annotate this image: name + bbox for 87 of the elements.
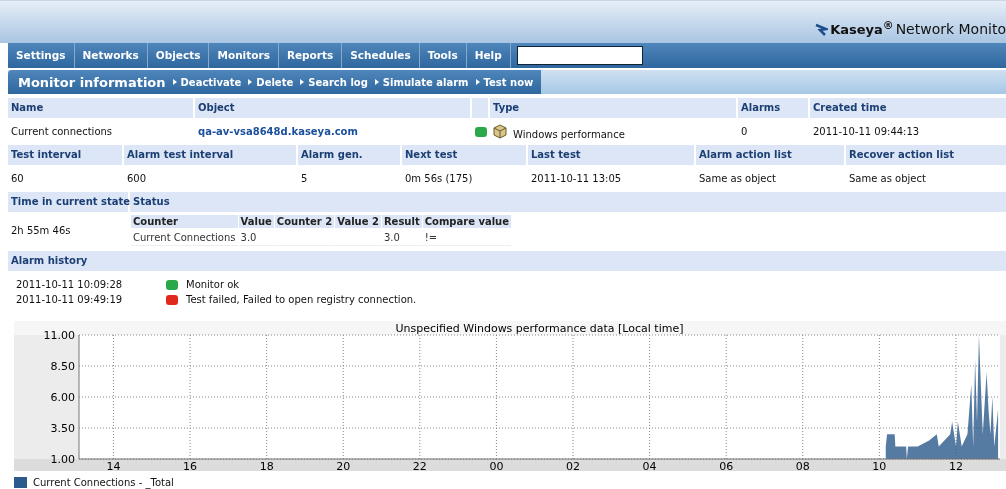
column-header: Alarm gen.	[298, 145, 400, 165]
box-icon	[493, 124, 507, 139]
table-cell-text: Same as object	[698, 172, 777, 186]
action-link[interactable]: Delete	[248, 76, 294, 88]
type-text: Windows performance	[513, 129, 625, 140]
legend-label: Current Connections - _Total	[33, 477, 174, 488]
column-header: Time in current state	[8, 192, 128, 212]
menu-item[interactable]: Reports	[278, 43, 343, 68]
table-cell-text: 2h 55m 46s	[10, 224, 72, 238]
x-tick-label: 10	[872, 460, 887, 471]
column-header: Counter 2	[274, 215, 335, 228]
column-header: Type	[490, 98, 736, 118]
table-cell: 3.0	[238, 229, 274, 246]
table-cell-text: Current connections	[10, 125, 114, 139]
brand-name: Kaseya$^{®}$	[830, 18, 894, 37]
table-cell-text: 5	[300, 172, 309, 186]
y-tick-label: 3.50	[50, 422, 75, 435]
alarm-message: Test failed, Failed to open registry connection.	[186, 294, 417, 305]
x-tick-label: 20	[336, 460, 351, 471]
column-header: Object	[195, 98, 470, 118]
y-tick-label: 6.00	[50, 391, 75, 404]
header-cell	[472, 98, 488, 118]
x-tick-label: 04	[642, 460, 657, 471]
x-tick-label: 00	[489, 460, 504, 471]
arrow-icon	[172, 79, 177, 85]
menu-item[interactable]: Networks	[74, 43, 148, 68]
column-header: Name	[8, 98, 193, 118]
menu-item[interactable]: Monitors	[209, 43, 279, 68]
column-header: Status	[130, 192, 1006, 212]
alarm-time: 2011-10-11 10:09:28	[16, 279, 124, 290]
column-header: Compare value	[422, 215, 511, 228]
arrow-icon	[475, 79, 480, 85]
alarm-message: Monitor ok	[186, 279, 240, 290]
object-link[interactable]: qa-av-vsa8648d.kaseya.com	[198, 126, 358, 137]
x-tick-label: 22	[412, 460, 427, 471]
action-link[interactable]: Deactivate	[172, 76, 242, 88]
x-tick-label: 12	[948, 460, 963, 471]
x-tick-label: 14	[106, 460, 121, 471]
chart-title: Unspecified Windows performance data [Local time]	[395, 322, 684, 335]
table-cell-text: 0m 56s (175)	[404, 172, 474, 186]
menu-item[interactable]: Tools	[419, 43, 467, 68]
y-tick-label: 1.00	[50, 453, 75, 466]
column-header: Counter	[131, 215, 238, 228]
page-title: Monitor information	[18, 74, 166, 90]
arrow-icon	[300, 79, 305, 85]
column-header: Test interval	[8, 145, 122, 165]
column-header: Alarm test interval	[124, 145, 296, 165]
table-cell-text: 2011-10-11 13:05	[530, 172, 623, 186]
x-tick-label: 06	[719, 460, 734, 471]
column-header: Alarms	[738, 98, 808, 118]
column-header: Result	[381, 215, 422, 228]
table-cell-text: 0	[740, 125, 749, 139]
x-tick-label: 08	[795, 460, 810, 471]
x-tick-label: 18	[259, 460, 274, 471]
x-tick-label: 02	[566, 460, 580, 471]
product-name: Network Monito	[895, 21, 1006, 37]
arrow-icon	[374, 79, 379, 85]
table-cell: Current Connections	[131, 229, 238, 246]
column-header: Recover action list	[846, 145, 1006, 165]
column-header: Created time	[810, 98, 1006, 118]
table-cell: 3.0	[381, 229, 422, 246]
menu-item[interactable]: Settings	[8, 43, 75, 68]
y-tick-label: 11.00	[43, 329, 75, 342]
menu-item[interactable]: Objects	[147, 43, 210, 68]
search-field[interactable]	[516, 46, 643, 65]
section-header: Alarm history	[8, 251, 1006, 271]
arrow-icon	[248, 79, 253, 85]
column-header: Next test	[402, 145, 526, 165]
legend-swatch	[14, 477, 27, 488]
table-cell-text: 60	[10, 172, 25, 186]
logo-icon	[814, 23, 829, 37]
column-header: Last test	[528, 145, 694, 165]
table-cell-text: Same as object	[848, 172, 927, 186]
y-tick-label: 8.50	[50, 360, 75, 373]
table-cell-text: 600	[126, 172, 148, 186]
column-header: Alarm action list	[696, 145, 844, 165]
menu-item[interactable]: Schedules	[342, 43, 420, 68]
action-link[interactable]: Test now	[475, 76, 534, 88]
column-header: Value 2	[335, 215, 381, 228]
table-cell: !=	[422, 229, 511, 246]
alarm-time: 2011-10-11 09:49:19	[16, 294, 124, 305]
table-cell-text: 2011-10-11 09:44:13	[812, 125, 921, 139]
action-link[interactable]: Search log	[300, 76, 368, 88]
column-header: Value	[238, 215, 274, 228]
menu-item[interactable]: Help	[466, 43, 511, 68]
x-tick-label: 16	[183, 460, 198, 471]
action-link[interactable]: Simulate alarm	[374, 76, 469, 88]
